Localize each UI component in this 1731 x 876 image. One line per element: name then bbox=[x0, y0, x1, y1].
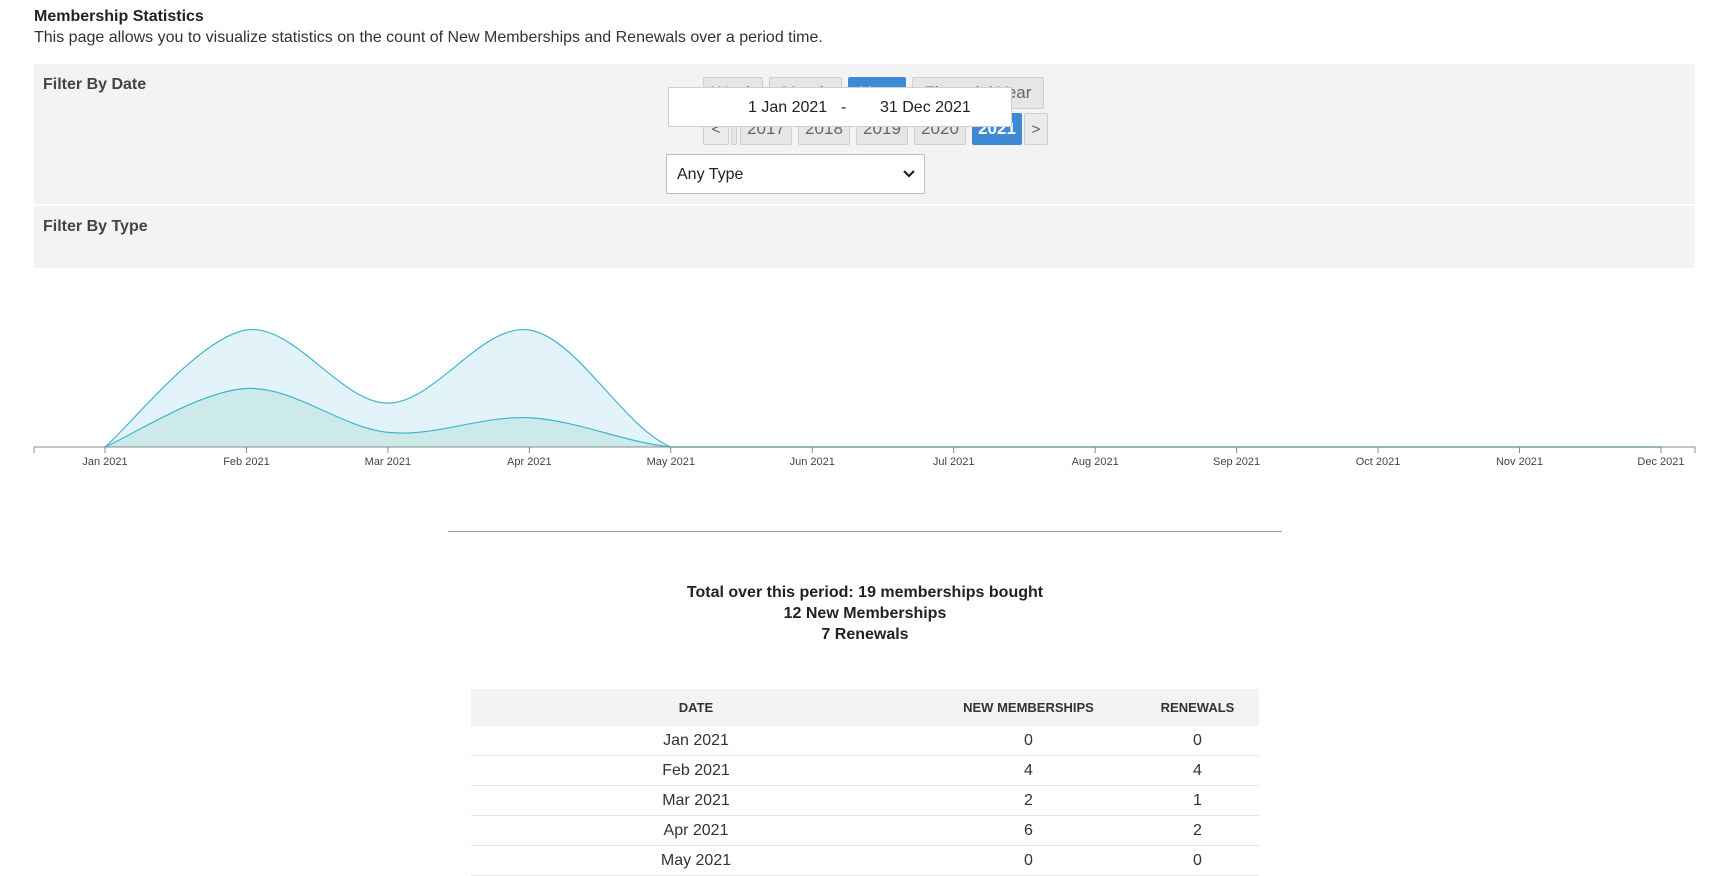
header-new-memberships: NEW MEMBERSHIPS bbox=[921, 689, 1136, 726]
x-tick-label: Jul 2021 bbox=[933, 456, 975, 468]
summary-total-line: Total over this period: 19 memberships b… bbox=[686, 584, 1044, 601]
header-date: DATE bbox=[471, 689, 921, 726]
x-tick-label: Nov 2021 bbox=[1496, 456, 1543, 468]
cell-renewals: 0 bbox=[1136, 845, 1259, 876]
filter-by-type-label: Filter By Type bbox=[43, 218, 148, 235]
type-select[interactable]: Any Type bbox=[666, 154, 925, 194]
section-divider bbox=[448, 531, 1282, 532]
summary-totals: Total over this period: 19 memberships b… bbox=[448, 582, 1282, 645]
table-row: Jan 2021 0 0 bbox=[471, 726, 1259, 756]
filter-divider bbox=[34, 204, 1695, 206]
cell-date: May 2021 bbox=[471, 845, 921, 876]
date-range-field[interactable]: 1 Jan 2021 - 31 Dec 2021 bbox=[668, 87, 1012, 127]
range-separator: - bbox=[841, 99, 847, 116]
cell-new: 2 bbox=[921, 785, 1136, 816]
cell-new: 4 bbox=[921, 755, 1136, 786]
cell-date: Feb 2021 bbox=[471, 755, 921, 786]
range-end: 31 Dec 2021 bbox=[880, 99, 971, 116]
membership-area-chart: Jan 2021 Feb 2021 Mar 2021 Apr 2021 May 2021… bbox=[33, 329, 1696, 468]
range-start: 1 Jan 2021 bbox=[748, 99, 828, 116]
page-description: This page allows you to visualize statis… bbox=[34, 29, 823, 46]
next-year-button[interactable]: > bbox=[1024, 113, 1048, 145]
x-tick-label: Aug 2021 bbox=[1072, 456, 1119, 468]
x-tick-label: May 2021 bbox=[647, 456, 695, 468]
table-row: Apr 2021 6 2 bbox=[471, 815, 1259, 846]
x-tick-label: Feb 2021 bbox=[223, 456, 269, 468]
cell-new: 0 bbox=[921, 845, 1136, 876]
chevron-down-icon bbox=[903, 170, 915, 178]
table-row: May 2021 0 0 bbox=[471, 845, 1259, 876]
header-renewals: RENEWALS bbox=[1136, 689, 1259, 726]
cell-new: 0 bbox=[921, 726, 1136, 756]
summary-renewals-line: 7 Renewals bbox=[821, 626, 909, 643]
stats-table: DATE NEW MEMBERSHIPS RENEWALS Jan 2021 0… bbox=[471, 689, 1259, 876]
x-tick-label: Dec 2021 bbox=[1637, 456, 1684, 468]
x-tick-label: Apr 2021 bbox=[507, 456, 552, 468]
cell-renewals: 2 bbox=[1136, 815, 1259, 846]
x-tick-label: Jan 2021 bbox=[82, 456, 127, 468]
table-header-row: DATE NEW MEMBERSHIPS RENEWALS bbox=[471, 689, 1259, 726]
type-select-value: Any Type bbox=[677, 166, 744, 183]
table-row: Feb 2021 4 4 bbox=[471, 755, 1259, 786]
x-tick-label: Jun 2021 bbox=[790, 456, 835, 468]
summary-new-line: 12 New Memberships bbox=[783, 605, 947, 622]
cell-date: Mar 2021 bbox=[471, 785, 921, 816]
filter-by-date-label: Filter By Date bbox=[43, 76, 147, 93]
x-tick-label: Oct 2021 bbox=[1356, 456, 1401, 468]
table-row: Mar 2021 2 1 bbox=[471, 785, 1259, 816]
cell-renewals: 0 bbox=[1136, 726, 1259, 756]
x-tick-label: Sep 2021 bbox=[1213, 456, 1260, 468]
cell-renewals: 1 bbox=[1136, 785, 1259, 816]
cell-date: Apr 2021 bbox=[471, 815, 921, 846]
page-title: Membership Statistics bbox=[34, 8, 204, 25]
cell-date: Jan 2021 bbox=[471, 726, 921, 756]
x-tick-label: Mar 2021 bbox=[365, 456, 411, 468]
cell-new: 6 bbox=[921, 815, 1136, 846]
cell-renewals: 4 bbox=[1136, 755, 1259, 786]
